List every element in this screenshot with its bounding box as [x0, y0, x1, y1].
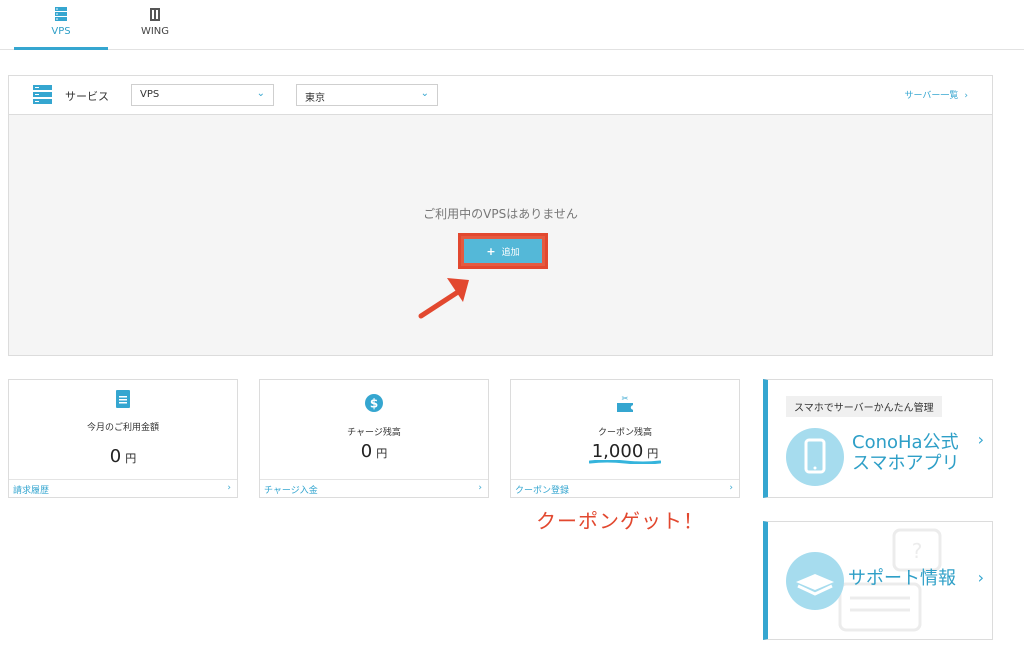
coupon-highlight-underline	[589, 460, 661, 464]
card-value: 0円	[9, 446, 237, 467]
server-list-label: サーバー一覧	[904, 91, 959, 101]
coupon-balance-card: ✂ クーポン残高 1,000 円 クーポン登録 ›	[510, 379, 740, 498]
chevron-right-icon: ›	[977, 568, 984, 587]
smartphone-app-promo[interactable]: スマホでサーバーかんたん管理 ConoHa公式 スマホアプリ ›	[763, 379, 993, 498]
chevron-down-icon: ⌄	[256, 88, 265, 99]
service-select-value: VPS	[140, 89, 160, 100]
promo-line1: ConoHa公式	[852, 432, 959, 453]
svg-text:✂: ✂	[622, 394, 629, 403]
coupon-icon: ✂	[617, 394, 635, 412]
promo-line2: スマホアプリ	[852, 453, 960, 474]
support-title: サポート情報	[848, 568, 956, 589]
card-unit: 円	[125, 452, 137, 465]
annotation-arrow-icon	[418, 278, 469, 319]
chevron-right-icon: ›	[478, 483, 482, 493]
coupon-register-link[interactable]: クーポン登録 ›	[511, 479, 739, 497]
svg-text:$: $	[370, 397, 378, 411]
server-icon	[55, 7, 67, 21]
tab-label: VPS	[51, 26, 71, 37]
card-unit: 円	[647, 447, 659, 460]
service-select[interactable]: VPS ⌄	[131, 84, 274, 106]
card-footer-label: チャージ入金	[264, 486, 318, 496]
card-unit: 円	[376, 447, 388, 460]
dollar-icon: $	[365, 394, 383, 412]
svg-text:?: ?	[912, 539, 923, 563]
tab-wing[interactable]: WING	[108, 0, 202, 48]
card-value: 1,000 円	[511, 441, 739, 462]
document-icon	[116, 390, 130, 408]
region-select[interactable]: 東京 ⌄	[296, 84, 438, 106]
card-value: 0円	[260, 441, 488, 462]
server-list-link[interactable]: サーバー一覧 ›	[904, 88, 968, 101]
add-button-highlight: + 追加	[458, 233, 548, 269]
card-amount: 0	[360, 441, 373, 462]
card-title: チャージ残高	[347, 428, 401, 438]
service-panel-header: サービス VPS ⌄ 東京 ⌄ サーバー一覧 ›	[9, 76, 992, 115]
server-icon	[33, 85, 52, 104]
billing-history-link[interactable]: 請求履歴 ›	[9, 479, 237, 497]
chevron-right-icon: ›	[977, 430, 984, 449]
support-info-promo[interactable]: ? サポート情報 ›	[763, 521, 993, 640]
charge-balance-card: $ チャージ残高 0円 チャージ入金 ›	[259, 379, 489, 498]
promo-tag: スマホでサーバーかんたん管理	[786, 396, 942, 417]
card-title: 今月のご利用金額	[86, 423, 159, 433]
card-title: クーポン残高	[597, 428, 652, 438]
promo-title: ConoHa公式 スマホアプリ	[852, 432, 959, 474]
chevron-right-icon: ›	[729, 483, 733, 493]
tab-label: WING	[140, 26, 170, 37]
card-amount: 0	[109, 446, 122, 467]
service-panel: サービス VPS ⌄ 東京 ⌄ サーバー一覧 › ご利用中のVPSはありません +…	[8, 75, 993, 356]
smartphone-icon	[786, 428, 844, 486]
card-amount: 1,000	[591, 441, 644, 462]
chevron-right-icon: ›	[964, 91, 968, 101]
tab-vps[interactable]: VPS	[14, 0, 108, 50]
building-icon	[150, 8, 160, 21]
add-button-label: 追加	[501, 247, 520, 258]
region-select-value: 東京	[305, 93, 325, 104]
plus-icon: +	[486, 244, 496, 258]
add-button[interactable]: + 追加	[464, 239, 542, 263]
service-label: サービス	[65, 90, 109, 103]
chevron-right-icon: ›	[227, 483, 231, 493]
card-footer-label: 請求履歴	[13, 486, 50, 496]
top-tab-bar: VPS WING	[0, 0, 1024, 50]
card-footer-label: クーポン登録	[515, 486, 570, 496]
empty-message: ご利用中のVPSはありません	[423, 207, 578, 221]
charge-deposit-link[interactable]: チャージ入金 ›	[260, 479, 488, 497]
monthly-usage-card: 今月のご利用金額 0円 請求履歴 ›	[8, 379, 238, 498]
coupon-annotation: クーポンゲット！	[536, 509, 704, 533]
book-icon	[786, 552, 844, 610]
chevron-down-icon: ⌄	[420, 88, 429, 99]
